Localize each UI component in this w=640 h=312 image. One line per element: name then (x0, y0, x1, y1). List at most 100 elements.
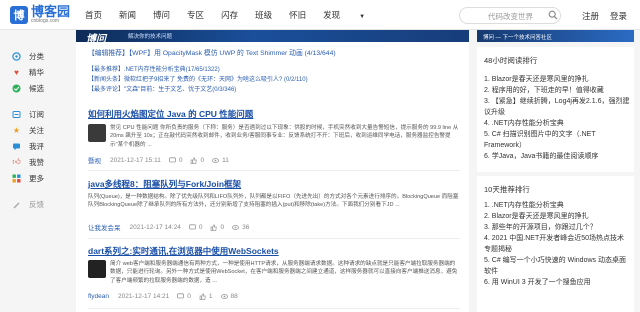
post-author[interactable]: 让我发会呆 (88, 222, 121, 232)
announcement-most-recommended[interactable]: 【最多推荐】.NET内存性能分析宝典(17/65/1322) (88, 64, 220, 73)
sidebar-label: 更多 (29, 173, 44, 183)
side-banner[interactable]: 博问 — 下一个技术问答社区 (477, 30, 634, 42)
my-like-icon: 👍︎ (12, 157, 21, 166)
nav-item-qa[interactable]: 博问 (153, 9, 170, 21)
promo-banner[interactable]: 博问 解决你的技术问题 (76, 30, 469, 42)
post-author[interactable]: 暨视 (88, 155, 101, 165)
feedback-icon (12, 200, 21, 209)
sidebar-item-essence[interactable]: ♥ 精华 (12, 64, 72, 80)
category-icon (12, 51, 21, 61)
register-link[interactable]: 注册 (582, 10, 599, 22)
view-count-value: 11 (222, 156, 229, 164)
panel-title: 48小时阅读排行 (484, 56, 538, 65)
comment-icon (188, 223, 196, 229)
sidebar-label: 精华 (29, 67, 44, 77)
sidebar-item-follow[interactable]: ★ 关注 (12, 122, 72, 138)
sidebar-item-my-comment[interactable]: 我评 (12, 138, 72, 154)
subscribe-icon (12, 110, 21, 119)
my-comment-icon (12, 142, 21, 151)
like-count[interactable]: 0 (190, 157, 204, 164)
comment-count[interactable]: 0 (188, 223, 202, 231)
sidebar-label: 候选 (29, 83, 44, 93)
post-title[interactable]: 如何利用火焰图定位 Java 的 CPU 性能问题 (88, 108, 253, 120)
sidebar-item-category[interactable]: 分类 (12, 48, 72, 64)
like-count-value: 0 (200, 156, 205, 164)
like-count[interactable]: 1 (199, 293, 213, 300)
rank-item[interactable]: 2. Blazor是春天还是寒风里的挣扎 (484, 211, 630, 222)
comment-count[interactable]: 0 (168, 157, 182, 164)
sidebar-label: 我评 (29, 141, 44, 151)
like-count-value: 0 (220, 223, 225, 231)
rank-item[interactable]: 1. .NET内存性能分析宝典 (484, 200, 630, 211)
view-count: 11 (212, 157, 229, 164)
comment-count-value: 0 (187, 293, 191, 300)
sidebar-label: 反馈 (29, 199, 44, 209)
nav-item-home[interactable]: 首页 (85, 9, 102, 21)
search-icon[interactable] (548, 10, 558, 20)
post-author[interactable]: flydean (88, 293, 109, 300)
eye-icon (232, 224, 239, 230)
post-date: 2021-12-17 15:11 (110, 156, 161, 164)
rank-item[interactable]: 6. 用 WinUI 3 开发了一个搜鱼应用 (484, 277, 630, 288)
follow-icon: ★ (12, 125, 21, 135)
announcement-news-headline[interactable]: 【新闻头条】微软红把子9招来了 免费的《无环：天网》为啥这么吸引人? (0/2/… (88, 74, 308, 83)
rank-item[interactable]: 6. 学Java，Java书籍的最佳阅读顺序 (484, 151, 630, 162)
panel-48h-reading-rank: 48小时阅读排行 1. Blazor是春天还是寒风里的挣扎 2. 程序用的好，下… (477, 47, 634, 172)
more-icon (12, 174, 21, 183)
logo-mark-icon: 博 (10, 5, 28, 24)
view-count-value: 36 (242, 223, 250, 231)
logo-title: 博客园 (31, 4, 71, 19)
panel-title: 10天推荐排行 (484, 185, 530, 194)
rank-item[interactable]: 4. 2021 中国.NET开发者峰会近50场热点技术专题揭秘 (484, 233, 630, 255)
rank-item[interactable]: 4. .NET内存性能分析宝典 (484, 118, 630, 129)
nav-item-zone[interactable]: 专区 (187, 9, 204, 21)
sidebar-item-my-like[interactable]: 👍︎ 我赞 (12, 154, 72, 170)
top-navbar: 博 博客园 cnblogs.com 首页 新闻 博问 专区 闪存 班级 怀旧 发… (0, 0, 640, 30)
view-count: 36 (232, 224, 249, 231)
rank-item[interactable]: 3. 【紧急】继续折腾，Log4j再发2.1.6，强烈建议升级 (484, 96, 630, 118)
post-summary: 简介 web客户端和服务器端通信有两种方式，一种是使用HTTP请求，从服务器端请… (110, 261, 458, 284)
essence-icon: ♥ (14, 67, 19, 77)
sidebar-item-subscribe[interactable]: 订阅 (12, 106, 72, 122)
candidate-icon (12, 84, 21, 93)
post-meta: flydean 2021-12-17 14:21 0 1 88 (88, 293, 238, 300)
nav-item-news[interactable]: 新闻 (119, 9, 136, 21)
announcement-most-commented[interactable]: 【最多评论】"文森"目前：生于文艺、忧于文艺(0/3/346) (88, 84, 236, 93)
site-logo[interactable]: 博 博客园 cnblogs.com (10, 5, 70, 24)
login-link[interactable]: 登录 (610, 10, 627, 22)
sidebar-label: 关注 (29, 125, 44, 135)
author-avatar[interactable] (88, 260, 106, 278)
nav-item-discover[interactable]: 发现 ▼ (323, 9, 382, 21)
view-count-value: 88 (230, 293, 238, 300)
rank-item[interactable]: 5. C# 编写一个小巧快速的 Windows 动态桌面软件 (484, 255, 630, 277)
post-date: 2021-12-17 14:24 (129, 223, 181, 231)
announcement-editor-pick[interactable]: 【编辑推荐】【WPF】用 OpacityMask 模仿 UWP 的 Text S… (88, 47, 336, 57)
chevron-down-icon: ▼ (359, 14, 366, 20)
like-icon (191, 156, 198, 164)
nav-item-ing[interactable]: 闪存 (221, 9, 238, 21)
rank-item[interactable]: 3. 那些年的开源项目，你跟过几个？ (484, 222, 630, 233)
main-nav: 首页 新闻 博问 专区 闪存 班级 怀旧 发现 ▼ (85, 9, 399, 21)
post-title[interactable]: java多线程8：阻塞队列与Fork/Join框架 (88, 178, 241, 190)
nav-item-nostalgia[interactable]: 怀旧 (289, 9, 306, 21)
sidebar-item-candidate[interactable]: 候选 (12, 80, 72, 96)
sidebar-item-more[interactable]: 更多 (12, 170, 72, 186)
sidebar-item-feedback[interactable]: 反馈 (12, 196, 72, 212)
banner-slogan: 解决你的技术问题 (128, 34, 173, 40)
post-summary: 常见 CPU 性能问题 你所负责的服务（下称：服务）是否遇到过以下现象：供股的时… (110, 125, 459, 148)
sidebar-label: 分类 (29, 51, 44, 61)
rank-item[interactable]: 2. 程序用的好，下班走的早！值得收藏 (484, 85, 630, 96)
nav-item-class[interactable]: 班级 (255, 9, 272, 21)
rank-item[interactable]: 5. C# 扫描识别图片中的文字（.NET Framework） (484, 129, 630, 151)
like-count[interactable]: 0 (210, 224, 224, 231)
comment-count[interactable]: 0 (177, 293, 191, 300)
nav-discover-label: 发现 (323, 10, 341, 20)
search-input[interactable]: 代码改变世界 (459, 7, 561, 24)
eye-icon (220, 294, 228, 299)
post-title[interactable]: dart系列之:实时通讯,在浏览器中使用WebSockets (88, 245, 279, 257)
rank-item[interactable]: 1. Blazor是春天还是寒风里的挣扎 (484, 74, 630, 85)
author-avatar[interactable] (88, 124, 106, 142)
logo-subtitle: cnblogs.com (31, 18, 60, 24)
post-date: 2021-12-17 14:21 (117, 293, 170, 300)
eye-icon (212, 157, 219, 163)
